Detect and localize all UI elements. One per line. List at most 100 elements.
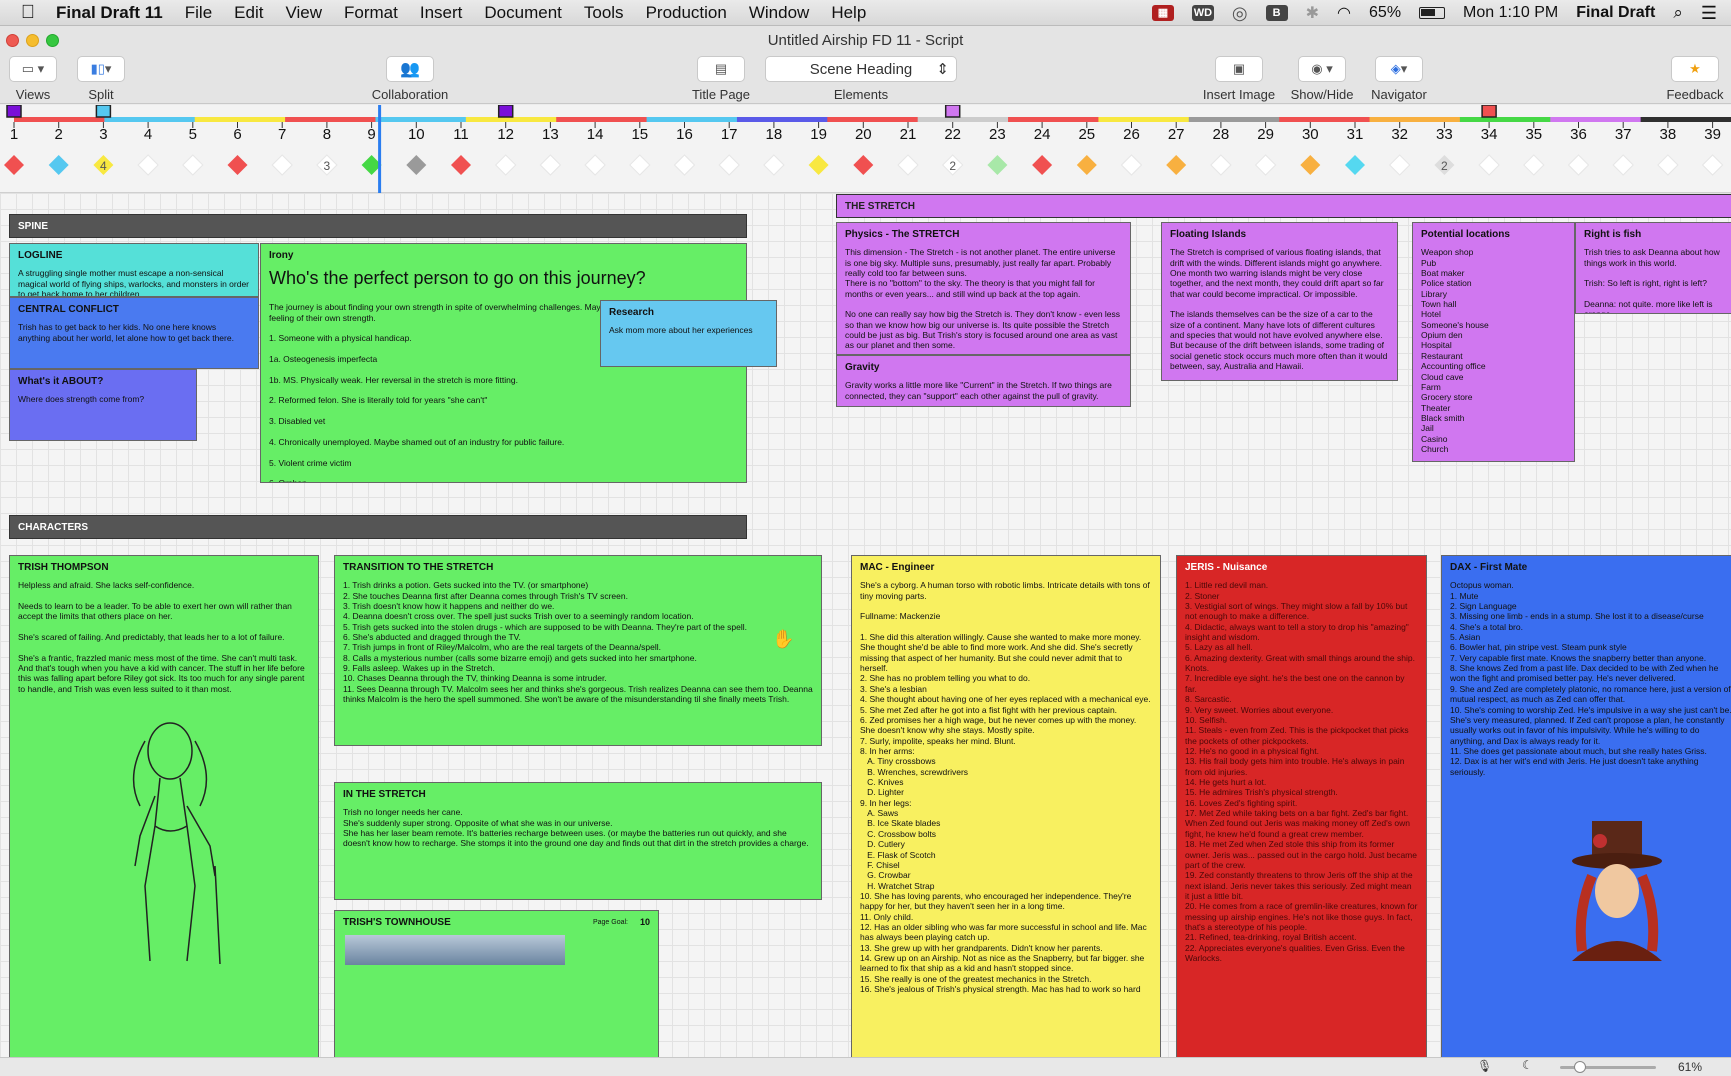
scene-marker-diamond[interactable] <box>808 155 829 175</box>
timeline-page-number[interactable]: 17 <box>721 126 738 143</box>
scene-marker-diamond[interactable] <box>584 154 606 176</box>
menu-view[interactable]: View <box>285 3 322 23</box>
timeline-page-number[interactable]: 21 <box>900 126 917 143</box>
scene-marker-diamond[interactable] <box>897 154 919 176</box>
menu-insert[interactable]: Insert <box>420 3 463 23</box>
section-flag-icon[interactable] <box>95 104 112 118</box>
floating-islands-card[interactable]: Floating Islands The Stretch is comprise… <box>1161 222 1398 381</box>
timeline-page-number[interactable]: 37 <box>1615 126 1632 143</box>
timeline-segment[interactable] <box>736 117 829 122</box>
spotlight-search-icon[interactable]: ⌕ <box>1673 3 1683 23</box>
section-flag-icon[interactable] <box>944 104 961 118</box>
apple-menu-icon[interactable]:  <box>0 2 56 24</box>
microphone-icon[interactable]: 🎙 <box>1477 1059 1492 1073</box>
moon-icon[interactable]: ☾ <box>1522 1058 1533 1072</box>
scene-marker-diamond[interactable] <box>987 155 1008 175</box>
navigator-icon[interactable]: ◈ ▾ <box>1375 56 1423 82</box>
notification-center-icon[interactable]: ☰ <box>1701 3 1717 24</box>
potential-locations-card[interactable]: Potential locations Weapon shop Pub Boat m… <box>1412 222 1575 462</box>
bluetooth-icon[interactable]: ✱ <box>1306 3 1319 23</box>
timeline-page-number[interactable]: 6 <box>233 126 241 143</box>
stretch-header[interactable]: THE STRETCH <box>836 194 1731 218</box>
scene-timeline[interactable]: 1 2 3 4 4 5 6 7 8 3 9 10 11 12 13 14 15 16 17 18 19 20 21 22 2 23… <box>0 104 1731 193</box>
timeline-page-number[interactable]: 24 <box>1034 126 1051 143</box>
timeline-segment[interactable] <box>1008 117 1100 122</box>
timeline-page-number[interactable]: 23 <box>989 126 1006 143</box>
scene-marker-diamond[interactable] <box>718 154 740 176</box>
scene-marker-diamond[interactable] <box>48 155 69 175</box>
scene-marker-diamond[interactable] <box>1254 154 1277 176</box>
menu-window[interactable]: Window <box>749 3 809 23</box>
elements-select[interactable]: Scene Heading ⇕ <box>765 56 957 82</box>
timeline-page-number[interactable]: 32 <box>1391 126 1408 143</box>
split-icon[interactable]: ▮▯ ▾ <box>77 56 125 82</box>
timeline-page-number[interactable]: 34 <box>1481 126 1498 143</box>
right-is-fish-card[interactable]: Right is fish Trish tries to ask Deanna … <box>1575 222 1731 314</box>
timeline-page-number[interactable]: 12 <box>497 126 514 143</box>
menu-tools[interactable]: Tools <box>584 3 624 23</box>
dax-first-mate-card[interactable]: DAX - First Mate Octopus woman. 1. Mute … <box>1441 555 1731 1057</box>
timeline-page-number[interactable]: 22 <box>944 126 961 143</box>
timeline-page-number[interactable]: 38 <box>1660 126 1677 143</box>
timeline-page-number[interactable]: 5 <box>189 126 197 143</box>
image-icon[interactable]: ▣ <box>1215 56 1263 82</box>
timeline-page-number[interactable]: 39 <box>1704 126 1721 143</box>
scene-marker-diamond[interactable] <box>4 155 24 175</box>
scene-marker-diamond[interactable] <box>227 155 248 175</box>
scene-marker-diamond[interactable] <box>1345 155 1365 175</box>
scene-marker-diamond[interactable] <box>137 154 159 176</box>
timeline-page-number[interactable]: 16 <box>676 126 693 143</box>
timeline-page-number[interactable]: 14 <box>587 126 604 143</box>
timeline-segment[interactable] <box>375 117 467 122</box>
collaboration-button[interactable]: 👥 Collaboration <box>370 56 450 102</box>
timeline-page-number[interactable]: 28 <box>1213 126 1230 143</box>
spine-header[interactable]: SPINE <box>9 214 747 238</box>
zoom-slider[interactable] <box>1560 1061 1656 1073</box>
timeline-segment[interactable] <box>1550 117 1642 122</box>
eye-icon[interactable]: ◉ ▾ <box>1298 56 1346 82</box>
scene-marker-diamond[interactable] <box>182 154 204 176</box>
menu-edit[interactable]: Edit <box>234 3 263 23</box>
timeline-segment[interactable] <box>646 117 738 122</box>
scene-marker-diamond[interactable] <box>1612 154 1634 176</box>
timeline-page-number[interactable]: 18 <box>766 126 783 143</box>
scene-marker-diamond[interactable] <box>1032 155 1053 175</box>
timeline-page-number[interactable]: 11 <box>453 126 469 143</box>
gravity-card[interactable]: Gravity Gravity works a little more like… <box>836 355 1131 407</box>
central-conflict-card[interactable]: CENTRAL CONFLICT Trish has to get back t… <box>9 297 259 369</box>
zoom-slider-thumb[interactable] <box>1574 1061 1586 1073</box>
scene-marker-diamond[interactable] <box>1300 155 1321 175</box>
navigator-button[interactable]: ◈ ▾ Navigator <box>1364 56 1434 102</box>
timeline-page-number[interactable]: 4 <box>144 126 152 143</box>
battery-percent[interactable]: 65% <box>1369 4 1401 22</box>
timeline-segment[interactable] <box>194 117 287 122</box>
characters-header[interactable]: CHARACTERS <box>9 515 747 539</box>
timeline-page-number[interactable]: 30 <box>1302 126 1319 143</box>
timeline-page-number[interactable]: 13 <box>542 126 559 143</box>
timeline-page-number[interactable]: 27 <box>1168 126 1185 143</box>
title-page-button[interactable]: ▤ Title Page <box>686 56 756 102</box>
beat-board-canvas[interactable]: SPINE LOGLINE A struggling single mother… <box>0 193 1731 1057</box>
scene-marker-diamond[interactable] <box>673 154 696 176</box>
timeline-segment[interactable] <box>104 117 196 122</box>
scene-marker-diamond[interactable] <box>406 155 427 175</box>
views-button[interactable]: ▭ ▾ Views <box>6 56 60 102</box>
timeline-page-number[interactable]: 7 <box>278 126 286 143</box>
physics-card[interactable]: Physics - The STRETCH This dimension - T… <box>836 222 1131 355</box>
timeline-segment[interactable] <box>827 117 919 122</box>
scene-marker-diamond[interactable] <box>1657 154 1679 176</box>
timeline-segment[interactable] <box>285 117 377 122</box>
scene-marker-diamond[interactable] <box>1388 154 1411 176</box>
timeline-page-number[interactable]: 25 <box>1078 126 1095 143</box>
show-hide-button[interactable]: ◉ ▾ Show/Hide <box>1290 56 1354 102</box>
trish-thompson-card[interactable]: TRISH THOMPSON Helpless and afraid. She … <box>9 555 319 1057</box>
timeline-page-number[interactable]: 33 <box>1436 126 1453 143</box>
menu-document[interactable]: Document <box>484 3 561 23</box>
menu-production[interactable]: Production <box>646 3 727 23</box>
close-window-icon[interactable] <box>6 34 19 47</box>
scene-marker-diamond[interactable] <box>271 154 293 176</box>
scene-marker-diamond[interactable] <box>1701 154 1724 176</box>
timeline-page-number[interactable]: 26 <box>1123 126 1140 143</box>
timeline-page-number[interactable]: 3 <box>99 126 107 143</box>
timeline-page-number[interactable]: 31 <box>1347 126 1364 143</box>
